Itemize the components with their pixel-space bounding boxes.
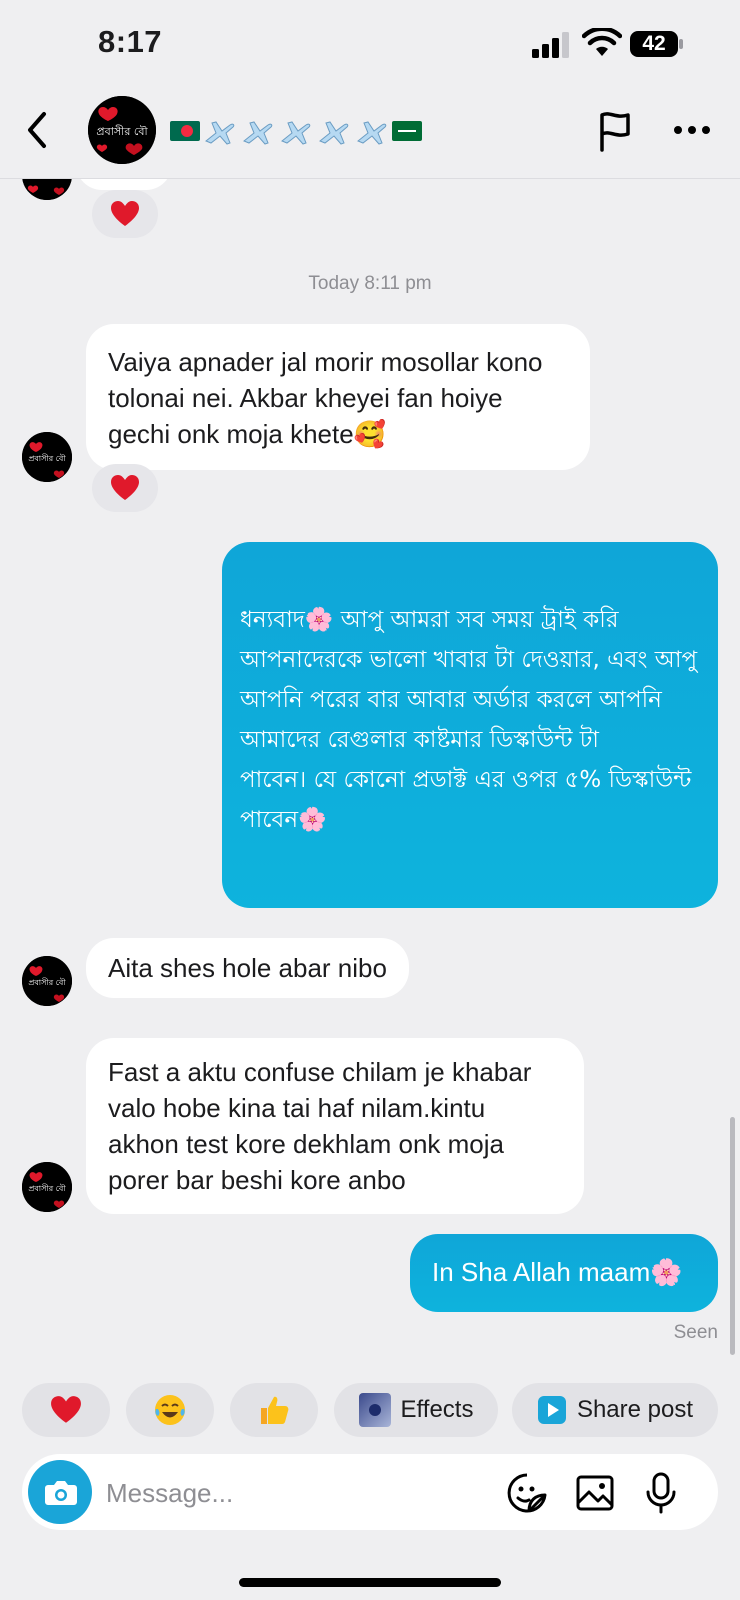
message-text: Aita shes hole abar nibo <box>108 953 387 983</box>
contact-avatar-small[interactable]: প্রবাসীর বৌ <box>22 432 72 482</box>
quick-react-heart[interactable] <box>22 1383 110 1437</box>
incoming-message[interactable]: Aita shes hole abar nibo <box>86 938 409 998</box>
message-text: In Sha Allah maam🌸 <box>432 1257 683 1287</box>
cellular-signal-icon <box>532 32 569 58</box>
svg-text:প্রবাসীর বৌ: প্রবাসীর বৌ <box>28 453 66 463</box>
incoming-message[interactable]: Fast a aktu confuse chilam je khabar val… <box>86 1038 584 1214</box>
sticker-icon[interactable] <box>506 1472 548 1514</box>
reaction-heart[interactable] <box>92 190 158 238</box>
wifi-icon <box>582 28 622 56</box>
airplane-icon <box>205 121 235 145</box>
status-time: 8:17 <box>98 24 163 59</box>
seen-receipt: Seen <box>673 1322 718 1343</box>
airplane-icon <box>281 121 311 145</box>
effects-icon <box>358 1393 391 1427</box>
contact-name[interactable] <box>170 114 422 148</box>
message-bubble-partial[interactable] <box>76 178 172 190</box>
quick-react-thumbs-up[interactable] <box>230 1383 318 1437</box>
contact-avatar[interactable]: প্রবাসীর বৌ <box>88 96 156 164</box>
scrollbar[interactable] <box>730 1117 735 1355</box>
airplane-icon <box>357 121 387 145</box>
share-post-icon <box>537 1396 566 1424</box>
message-text: ধন্যবাদ🌸 আপু আমরা সব সময় ট্রাই করি আপনা… <box>240 607 698 833</box>
incoming-message[interactable]: Vaiya apnader jal morir mosollar kono to… <box>86 324 590 470</box>
contact-avatar-small[interactable] <box>22 178 72 200</box>
svg-text:প্রবাসীর বৌ: প্রবাসীর বৌ <box>28 977 66 987</box>
message-input[interactable] <box>104 1472 488 1514</box>
chat-header: প্রবাসীর বৌ <box>0 90 740 179</box>
status-bar: 8:17 42 <box>0 0 740 90</box>
heart-icon <box>111 475 139 500</box>
reaction-heart[interactable] <box>92 464 158 512</box>
more-options-icon[interactable] <box>672 120 712 140</box>
back-arrow-icon[interactable] <box>22 110 52 150</box>
airplane-icon <box>319 121 349 145</box>
svg-text:প্রবাসীর বৌ: প্রবাসীর বৌ <box>28 1183 66 1193</box>
message-text: Fast a aktu confuse chilam je khabar val… <box>108 1057 532 1195</box>
camera-button[interactable] <box>28 1460 92 1524</box>
timestamp-divider: Today 8:11 pm <box>308 273 432 294</box>
airplane-icon <box>243 121 273 145</box>
outgoing-message[interactable]: In Sha Allah maam🌸 <box>410 1234 718 1312</box>
report-flag-icon[interactable] <box>596 110 634 152</box>
effects-button[interactable]: Effects <box>334 1383 498 1437</box>
contact-avatar-small[interactable]: প্রবাসীর বৌ <box>22 956 72 1006</box>
share-post-button[interactable]: Share post <box>512 1383 718 1437</box>
message-thread[interactable]: Today 8:11 pm Vaiya apnader jal morir mo… <box>0 178 740 1348</box>
message-text: Vaiya apnader jal morir mosollar kono to… <box>108 347 543 449</box>
avatar-label: প্রবাসীর বৌ <box>96 125 148 138</box>
home-indicator[interactable] <box>239 1578 501 1587</box>
heart-icon <box>111 201 139 226</box>
saudi-flag-icon <box>392 121 422 141</box>
thumbs-up-icon <box>261 1396 289 1424</box>
gallery-icon[interactable] <box>574 1472 616 1514</box>
quick-react-laugh[interactable] <box>126 1383 214 1437</box>
share-post-label: Share post <box>576 1396 694 1423</box>
battery-level: 42 <box>642 32 666 55</box>
effects-label: Effects <box>400 1396 474 1423</box>
heart-icon <box>51 1396 81 1423</box>
outgoing-message[interactable]: ধন্যবাদ🌸 আপু আমরা সব সময় ট্রাই করি আপনা… <box>222 542 718 908</box>
contact-avatar-small[interactable]: প্রবাসীর বৌ <box>22 1162 72 1212</box>
microphone-icon[interactable] <box>640 1472 682 1514</box>
bangladesh-flag-icon <box>170 121 200 141</box>
laughing-tears-icon <box>155 1395 185 1425</box>
camera-icon <box>45 1481 77 1505</box>
message-composer <box>22 1454 718 1530</box>
